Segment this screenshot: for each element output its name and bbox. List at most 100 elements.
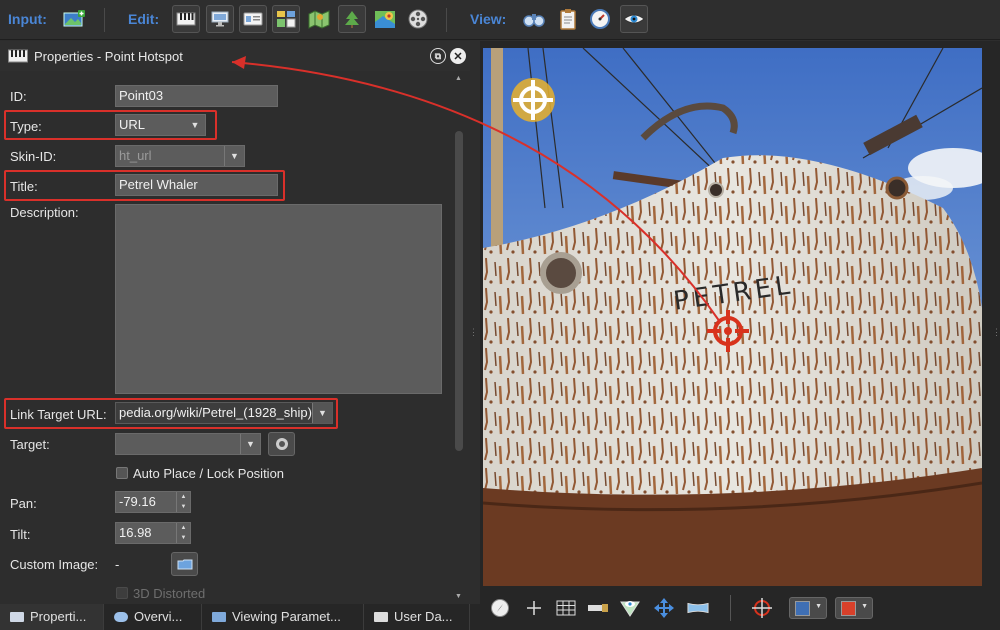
tab-viewing-parameters-label: Viewing Paramet...	[232, 609, 341, 624]
link-target-url-value: pedia.org/wiki/Petrel_(1928_ship)	[119, 405, 312, 420]
pan-stepper-arrows[interactable]: ▲ ▼	[176, 492, 190, 512]
tab-properties-label: Properti...	[30, 609, 87, 624]
choose-image-button[interactable]	[171, 552, 198, 576]
main-toolbar: Input: Edit: View:	[0, 0, 1000, 40]
application-window: Input: Edit: View: Properties - Point Ho…	[0, 0, 1000, 630]
view-group-label: View:	[470, 11, 507, 27]
target-icon[interactable]	[751, 597, 773, 619]
tilt-value: 16.98	[119, 525, 152, 540]
folder-icon	[177, 559, 192, 570]
chevron-down-icon: ▼	[240, 434, 260, 454]
location-map-icon[interactable]	[371, 5, 399, 33]
link-target-url-label: Link Target URL:	[10, 407, 107, 422]
panel-title: Properties - Point Hotspot	[34, 49, 183, 64]
tilt-spinbox[interactable]: 16.98 ▲ ▼	[115, 522, 191, 544]
tab-overview-label: Overvi...	[134, 609, 183, 624]
gauge-icon[interactable]	[586, 5, 614, 33]
crosshair-plus-icon[interactable]	[523, 597, 545, 619]
custom-image-label: Custom Image:	[10, 557, 99, 572]
tab-user-data[interactable]: User Da...	[364, 604, 470, 630]
skin-id-label: Skin-ID:	[10, 149, 57, 164]
monitor-icon	[212, 612, 226, 622]
auto-place-checkbox[interactable]	[116, 467, 128, 479]
pan-spinbox[interactable]: -79.16 ▲ ▼	[115, 491, 191, 513]
input-group-label: Input:	[8, 11, 47, 27]
map-icon[interactable]	[305, 5, 333, 33]
type-select-value: URL	[119, 117, 146, 132]
tilt-label: Tilt:	[10, 527, 31, 542]
film-reel-icon[interactable]	[404, 5, 432, 33]
chevron-down-icon: ▼	[815, 603, 822, 610]
pan-value: -79.16	[119, 494, 156, 509]
tilt-stepper-arrows[interactable]: ▲ ▼	[176, 523, 190, 543]
3d-distorted-checkbox[interactable]	[116, 587, 128, 599]
pan-label: Pan:	[10, 496, 37, 511]
type-select[interactable]: URL ▼	[115, 114, 206, 136]
description-textarea[interactable]	[115, 204, 442, 394]
properties-panel: Properties - Point Hotspot ⧉ ✕ ID: Point…	[0, 41, 470, 604]
target-options-button[interactable]	[268, 432, 295, 456]
chevron-down-icon: ▼	[312, 403, 332, 423]
splitter-handle[interactable]: ⋮	[469, 328, 478, 337]
gear-icon	[275, 438, 288, 450]
chevron-down-icon: ▼	[224, 146, 244, 166]
blue-color-swatch	[795, 601, 810, 616]
scroll-up-icon[interactable]: ▲	[455, 75, 462, 82]
grid-icon[interactable]	[555, 597, 577, 619]
layout-icon[interactable]	[272, 5, 300, 33]
key-icon[interactable]	[587, 597, 609, 619]
chevron-down-icon: ▼	[861, 603, 868, 610]
id-field[interactable]: Point03	[115, 85, 278, 107]
viewer-toolbar: ▼ ▼	[483, 590, 982, 626]
chevron-down-icon: ▼	[190, 120, 200, 130]
id-label: ID:	[10, 89, 27, 104]
toolbar-separator	[104, 8, 105, 32]
3d-distorted-label: 3D Distorted	[133, 586, 206, 601]
title-field[interactable]: Petrel Whaler	[115, 174, 278, 196]
panorama-image[interactable]: PETREL	[483, 48, 982, 586]
skin-id-select[interactable]: ht_url ▼	[115, 145, 245, 167]
edit-group-label: Edit:	[128, 11, 160, 27]
panorama-icon[interactable]	[687, 597, 709, 619]
panel-header: Properties - Point Hotspot ⧉ ✕	[0, 41, 470, 71]
tab-overview[interactable]: Overvi...	[104, 604, 202, 630]
custom-image-value: -	[115, 557, 120, 572]
eye-icon[interactable]	[620, 5, 648, 33]
float-panel-icon[interactable]: ⧉	[430, 48, 446, 64]
compass-icon[interactable]	[489, 597, 511, 619]
skin-id-value: ht_url	[119, 148, 152, 163]
type-label: Type:	[10, 119, 42, 134]
bottom-tab-bar: Properti... Overvi... Viewing Paramet...…	[0, 604, 480, 630]
blue-swatch-button[interactable]: ▼	[789, 597, 827, 619]
toolbar-separator	[730, 595, 731, 621]
eye-cone-icon[interactable]	[619, 597, 641, 619]
description-label: Description:	[10, 205, 79, 220]
monitor-icon[interactable]	[206, 5, 234, 33]
scroll-down-icon[interactable]: ▼	[455, 593, 462, 600]
user-data-icon	[374, 612, 388, 622]
binoculars-icon	[114, 612, 128, 622]
splitter-handle[interactable]: ⋮	[992, 328, 1000, 337]
title-label: Title:	[10, 179, 38, 194]
add-image-icon[interactable]	[60, 5, 88, 33]
link-target-url-field[interactable]: pedia.org/wiki/Petrel_(1928_ship) ▼	[115, 402, 333, 424]
move-arrows-icon[interactable]	[653, 597, 675, 619]
red-swatch-button[interactable]: ▼	[835, 597, 873, 619]
tab-user-data-label: User Da...	[394, 609, 453, 624]
clipboard-icon[interactable]	[554, 5, 582, 33]
piano-keys-icon[interactable]	[172, 5, 200, 33]
id-card-icon[interactable]	[239, 5, 267, 33]
target-select[interactable]: ▼	[115, 433, 261, 455]
target-label: Target:	[10, 437, 50, 452]
properties-icon	[8, 49, 28, 66]
tab-properties[interactable]: Properti...	[0, 604, 104, 630]
tree-icon[interactable]	[338, 5, 366, 33]
red-color-swatch	[841, 601, 856, 616]
yellow-hotspot-marker[interactable]	[511, 78, 555, 122]
toolbar-separator	[446, 8, 447, 32]
close-icon[interactable]: ✕	[450, 48, 466, 64]
properties-icon	[10, 612, 24, 622]
binoculars-icon[interactable]	[520, 5, 548, 33]
scrollbar-thumb[interactable]	[455, 131, 463, 451]
tab-viewing-parameters[interactable]: Viewing Paramet...	[202, 604, 364, 630]
